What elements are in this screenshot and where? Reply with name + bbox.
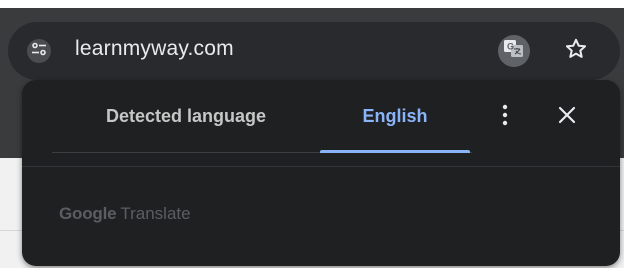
translate-page-button[interactable]: G <box>498 35 530 67</box>
more-vertical-icon <box>502 104 508 131</box>
divider <box>22 166 620 167</box>
address-bar[interactable]: learnmyway.com G <box>8 22 620 80</box>
site-info-button[interactable] <box>27 39 51 63</box>
bookmark-button[interactable] <box>560 35 592 67</box>
close-button[interactable] <box>554 104 580 130</box>
page-background-top <box>0 0 624 8</box>
tab-label: English <box>362 105 428 126</box>
more-options-button[interactable] <box>492 104 518 130</box>
url-text[interactable]: learnmyway.com <box>75 37 234 61</box>
footer-brand: Google <box>59 204 117 223</box>
google-translate-branding: Google Translate <box>59 204 191 224</box>
tab-english[interactable]: English <box>320 80 470 152</box>
translate-icon: G <box>503 39 525 64</box>
selected-tab-indicator <box>320 150 470 153</box>
browser-window: learnmyway.com G Detected language Engli… <box>0 0 624 268</box>
tab-label: Detected language <box>105 105 267 126</box>
footer-product: Translate <box>120 204 191 223</box>
translate-bubble: Detected language English Google Transla… <box>22 80 620 266</box>
star-outline-icon <box>564 37 588 66</box>
tab-detected-language[interactable]: Detected language <box>52 80 320 152</box>
svg-text:G: G <box>507 41 514 51</box>
tune-icon <box>31 42 47 61</box>
language-tabs: Detected language English <box>52 80 472 153</box>
close-icon <box>558 106 576 129</box>
